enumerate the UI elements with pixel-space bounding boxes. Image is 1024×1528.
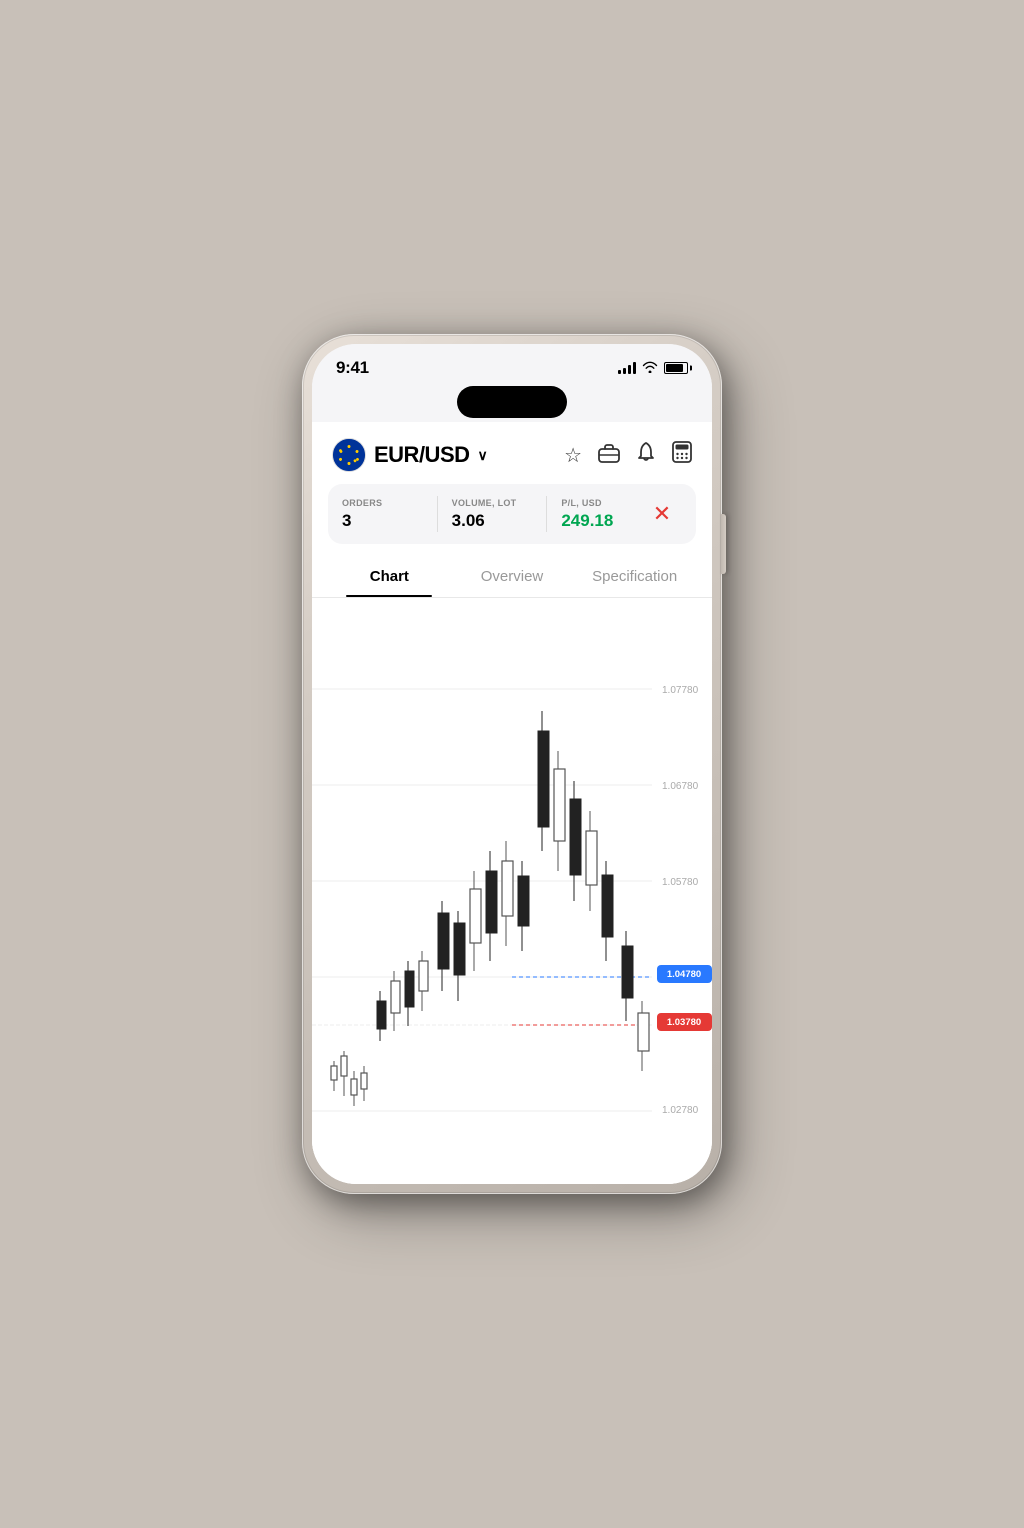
orders-label: ORDERS <box>342 498 423 508</box>
status-time: 9:41 <box>336 358 369 378</box>
volume-label: VOLUME, LOT <box>452 498 533 508</box>
volume-stat: VOLUME, LOT 3.06 <box>452 498 533 531</box>
pair-name: EUR/USD <box>374 442 470 468</box>
star-icon[interactable]: ☆ <box>564 443 582 468</box>
orders-value: 3 <box>342 511 423 531</box>
header-actions: ☆ <box>564 441 692 469</box>
phone-screen: 9:41 <box>312 344 712 1184</box>
bell-icon[interactable] <box>636 441 656 469</box>
tab-chart[interactable]: Chart <box>328 558 451 597</box>
pl-value: 249.18 <box>561 511 642 531</box>
app-header: EUR/USD ∨ ☆ <box>312 422 712 484</box>
tab-overview[interactable]: Overview <box>451 558 574 597</box>
pl-stat: P/L, USD 249.18 <box>561 498 642 531</box>
currency-flag <box>332 438 366 472</box>
volume-value: 3.06 <box>452 511 533 531</box>
svg-text:1.04780: 1.04780 <box>667 969 701 980</box>
pl-label: P/L, USD <box>561 498 642 508</box>
stats-bar: ORDERS 3 VOLUME, LOT 3.06 P/L, USD 249.1… <box>328 484 696 544</box>
battery-icon <box>664 362 688 374</box>
dynamic-island <box>457 386 567 418</box>
tab-specification[interactable]: Specification <box>573 558 696 597</box>
svg-text:1.06780: 1.06780 <box>662 781 699 792</box>
signal-icon <box>618 362 636 374</box>
tabs: Chart Overview Specification <box>312 558 712 598</box>
wifi-icon <box>642 361 658 376</box>
chart-area: 1.07780 1.06780 1.05780 1.02780 1.04780 … <box>312 598 712 1184</box>
header-top: EUR/USD ∨ ☆ <box>332 438 692 472</box>
orders-stat: ORDERS 3 <box>342 498 423 531</box>
status-bar: 9:41 <box>312 344 712 386</box>
chevron-down-icon: ∨ <box>478 447 488 464</box>
status-icons <box>618 361 688 376</box>
app-content: EUR/USD ∨ ☆ <box>312 422 712 1184</box>
close-icon: ✕ <box>653 501 671 527</box>
close-button[interactable]: ✕ <box>642 494 682 534</box>
svg-text:1.02780: 1.02780 <box>662 1105 699 1116</box>
phone-frame: 9:41 <box>302 334 722 1194</box>
briefcase-icon[interactable] <box>598 443 620 468</box>
svg-text:1.05780: 1.05780 <box>662 877 699 888</box>
svg-text:1.03780: 1.03780 <box>667 1017 701 1028</box>
currency-pair[interactable]: EUR/USD ∨ <box>332 438 488 472</box>
calculator-icon[interactable] <box>672 441 692 469</box>
svg-text:1.07780: 1.07780 <box>662 685 699 696</box>
